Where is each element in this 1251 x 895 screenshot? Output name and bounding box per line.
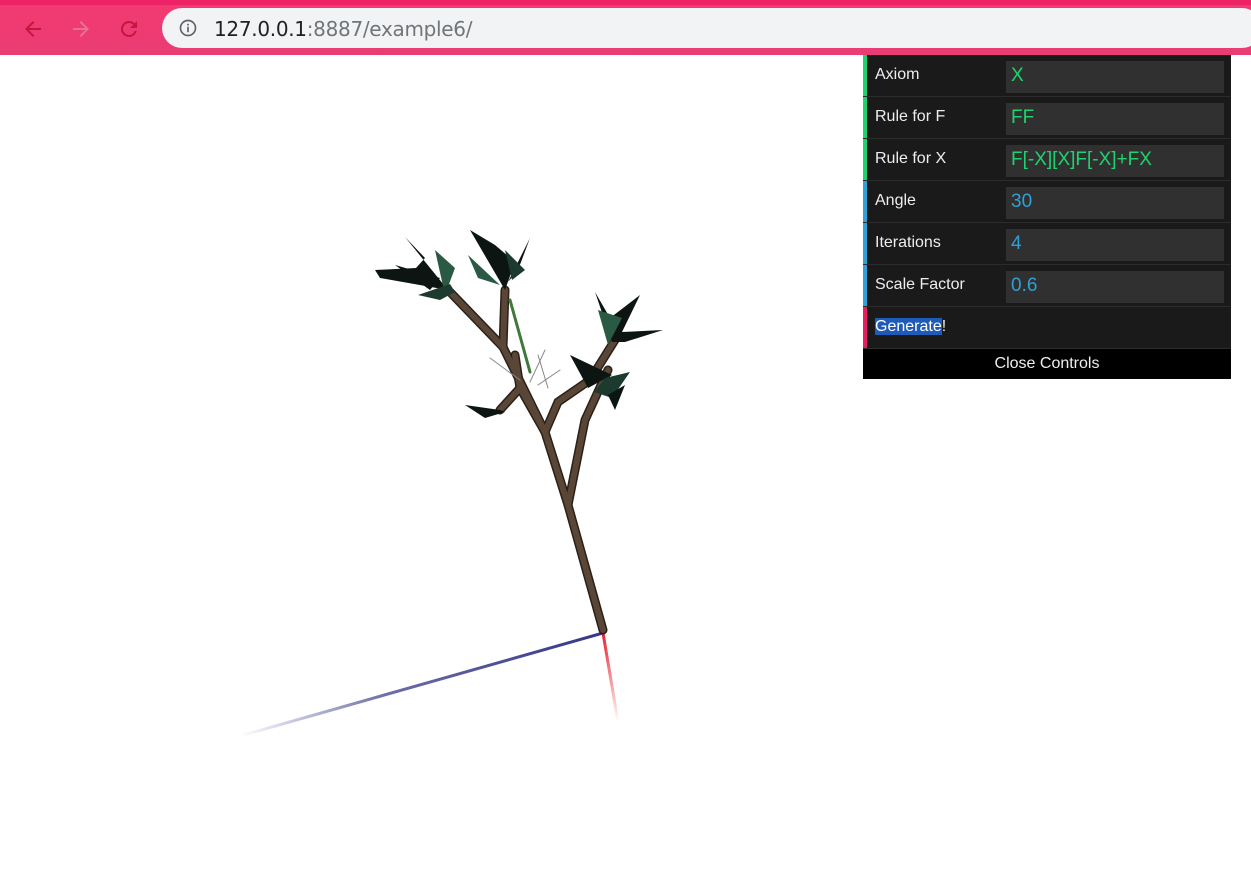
rule-x-input[interactable]: F[-X][X]F[-X]+FX bbox=[1006, 145, 1224, 177]
control-label: Iterations bbox=[875, 234, 941, 251]
x-axis-line bbox=[601, 632, 620, 723]
control-label: Axiom bbox=[875, 66, 920, 83]
number-accent-bar bbox=[863, 265, 867, 306]
rule-f-input[interactable]: FF bbox=[1006, 103, 1224, 135]
angle-input[interactable]: 30 bbox=[1006, 187, 1224, 219]
generate-label-selected: Generate bbox=[875, 318, 942, 335]
z-axis-line bbox=[239, 631, 604, 738]
number-accent-bar bbox=[863, 223, 867, 264]
tree-branches bbox=[445, 285, 620, 635]
address-bar[interactable]: 127.0.0.1:8887/example6/ bbox=[162, 8, 1251, 48]
control-rule-f: Rule for F FF bbox=[863, 97, 1231, 139]
string-accent-bar bbox=[863, 55, 867, 96]
function-accent-bar bbox=[863, 307, 867, 348]
browser-toolbar: 127.0.0.1:8887/example6/ bbox=[0, 0, 1251, 55]
forward-button[interactable] bbox=[65, 13, 97, 45]
control-label: Scale Factor bbox=[875, 276, 965, 293]
reload-icon bbox=[121, 21, 137, 37]
info-icon[interactable] bbox=[178, 18, 198, 38]
control-label: Rule for X bbox=[875, 150, 947, 167]
controls-panel: Axiom X Rule for F FF Rule for X F[-X][X… bbox=[863, 55, 1231, 379]
close-controls-button[interactable]: Close Controls bbox=[863, 349, 1231, 379]
arrow-left-icon bbox=[25, 21, 41, 37]
generate-label[interactable]: Generate! bbox=[875, 318, 946, 336]
control-scale-factor: Scale Factor 0.6 bbox=[863, 265, 1231, 307]
control-label: Rule for F bbox=[875, 108, 946, 125]
iterations-input[interactable]: 4 bbox=[1006, 229, 1224, 261]
string-accent-bar bbox=[863, 139, 867, 180]
generate-label-rest: ! bbox=[941, 318, 947, 335]
url-host: 127.0.0.1 bbox=[214, 17, 307, 41]
string-accent-bar bbox=[863, 97, 867, 138]
generate-button[interactable]: Generate! bbox=[863, 307, 1231, 349]
axiom-input[interactable]: X bbox=[1006, 61, 1224, 93]
control-rule-x: Rule for X F[-X][X]F[-X]+FX bbox=[863, 139, 1231, 181]
scale-factor-input[interactable]: 0.6 bbox=[1006, 271, 1224, 303]
control-iterations: Iterations 4 bbox=[863, 223, 1231, 265]
number-accent-bar bbox=[863, 181, 867, 222]
url-path: :8887/example6/ bbox=[306, 17, 473, 41]
axis-helper bbox=[239, 631, 620, 738]
control-label: Angle bbox=[875, 192, 916, 209]
control-axiom: Axiom X bbox=[863, 55, 1231, 97]
back-button[interactable] bbox=[17, 13, 49, 45]
arrow-right-icon bbox=[73, 21, 89, 37]
control-angle: Angle 30 bbox=[863, 181, 1231, 223]
reload-button[interactable] bbox=[113, 13, 145, 45]
url-text: 127.0.0.1:8887/example6/ bbox=[214, 17, 472, 41]
